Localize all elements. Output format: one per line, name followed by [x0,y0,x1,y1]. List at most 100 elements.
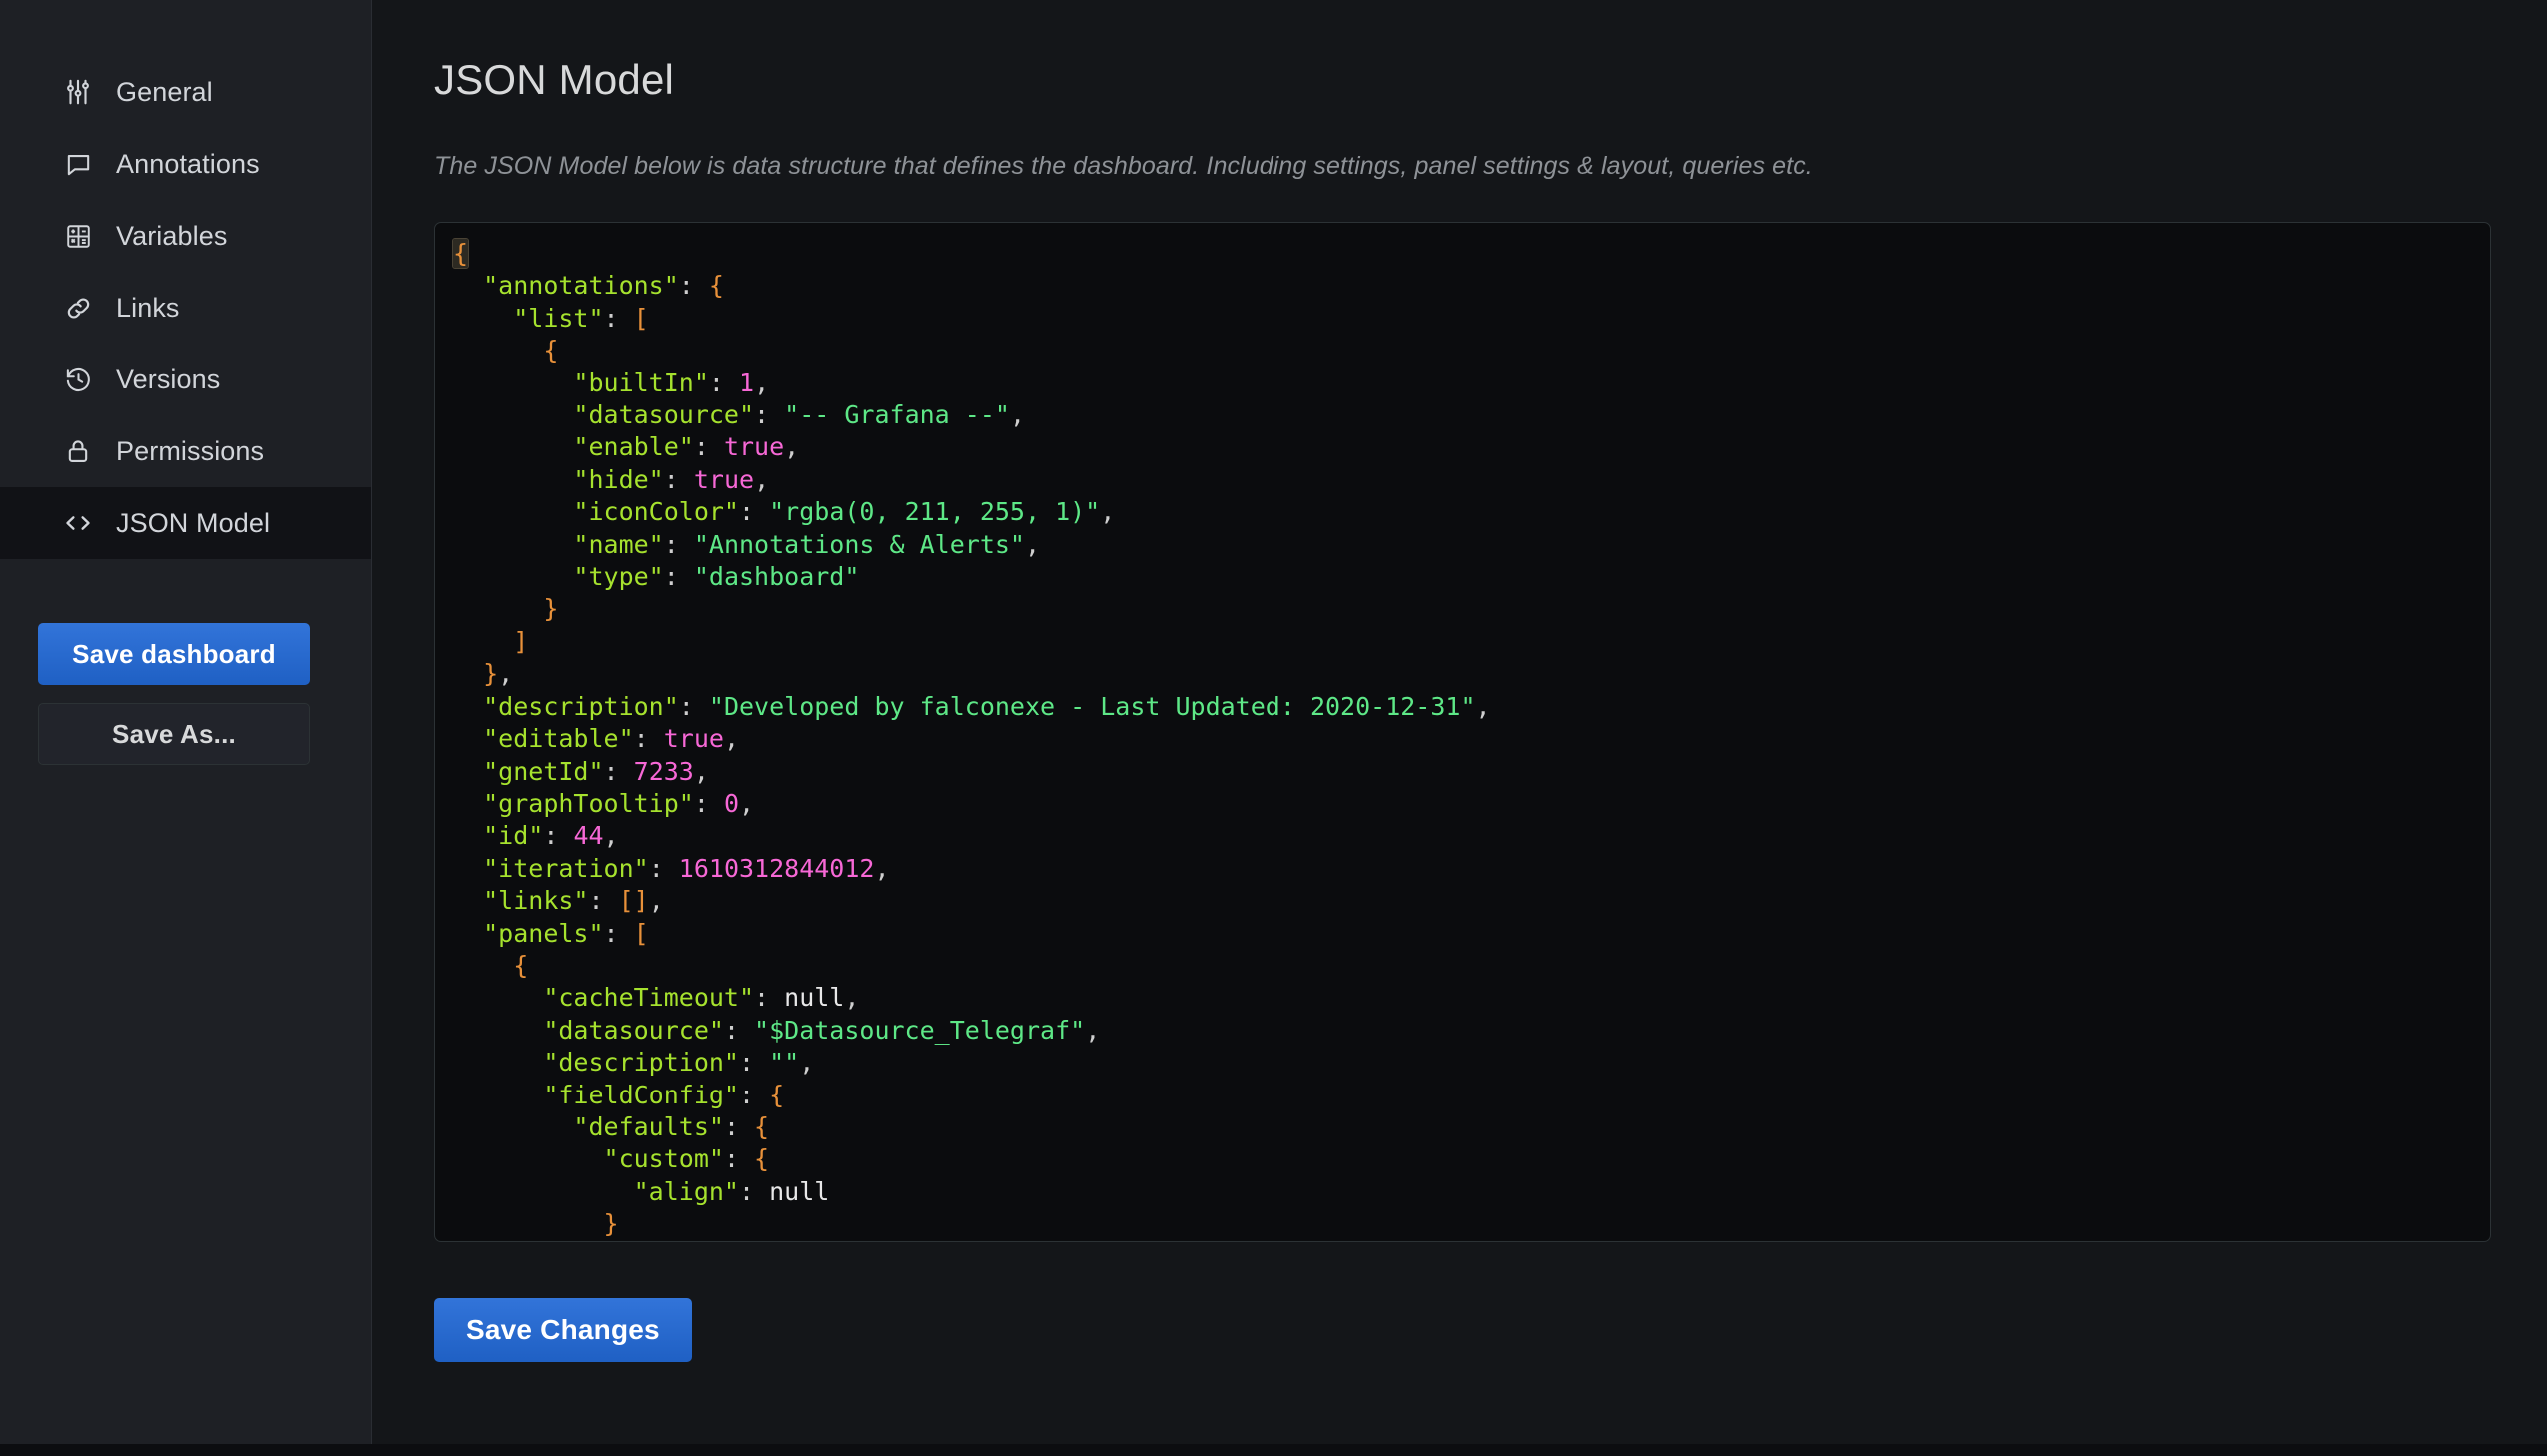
code-token-punc: , [754,464,770,494]
code-token-str: "Annotations & Alerts" [693,529,1025,559]
code-line: "datasource": "$Datasource_Telegraf", [453,1016,1100,1045]
code-token-str: "Developed by falconexe - Last Updated: … [708,691,1476,721]
code-token-punc: , [799,1048,815,1078]
code-token-brace: { [543,336,559,365]
code-token-punc: : [603,303,634,333]
code-token-punc: , [1475,691,1491,721]
code-token-key: "datasource" [543,1015,724,1045]
code-token-key: "id" [483,821,544,851]
json-model-editor[interactable]: { "annotations": { "list": [ { "builtIn"… [434,222,2491,1242]
sidebar-item-label: Permissions [116,435,265,466]
code-line: "custom": { [453,1144,770,1174]
code-token-key: "gnetId" [483,756,604,786]
code-token-brace: [] [618,886,649,916]
code-line: "enable": true, [453,432,799,461]
code-token-brace-hl: { [451,238,470,269]
sidebar-item-annotations[interactable]: Annotations [0,128,372,200]
code-token-punc: , [844,983,860,1013]
code-token-brace: [ [633,918,649,948]
settings-content: JSON Model The JSON Model below is data … [372,0,2547,1456]
code-token-num: 1610312844012 [678,853,875,883]
json-model-scroll-area[interactable]: { "annotations": { "list": [ { "builtIn"… [435,223,2490,1241]
code-token-punc: , [1100,497,1116,527]
code-line: "fieldConfig": { [453,1081,784,1109]
code-token-str: "rgba(0, 211, 255, 1)" [769,497,1101,527]
code-line: { [453,336,558,364]
code-token-punc: , [693,756,709,786]
lock-icon [62,435,94,467]
sidebar-item-json-model[interactable]: JSON Model [0,487,372,559]
code-token-key: "enable" [573,432,694,462]
code-token-num: 7233 [633,756,694,786]
history-icon [62,364,94,395]
code-token-key: "iteration" [483,853,649,883]
code-token-key: "graphTooltip" [483,788,694,818]
code-token-key: "fieldConfig" [543,1080,739,1109]
code-token-punc: : [754,983,785,1013]
code-token-punc: , [1085,1015,1101,1045]
sidebar-item-versions[interactable]: Versions [0,344,372,415]
code-token-punc: : [739,497,770,527]
code-token-key: "builtIn" [573,367,709,397]
sidebar-item-variables[interactable]: Variables [0,200,372,272]
code-token-punc: , [874,853,890,883]
code-token-key: "name" [573,529,664,559]
code-token-key: "type" [573,562,664,592]
sidebar-item-label: JSON Model [116,507,271,538]
sidebar-item-permissions[interactable]: Permissions [0,415,372,487]
code-token-key: "editable" [483,724,634,754]
save-as-button[interactable]: Save As... [38,703,310,765]
sidebar-item-general[interactable]: General [0,56,372,128]
code-token-key: "description" [483,691,679,721]
code-token-punc: , [648,886,664,916]
code-token-punc: : [723,1015,755,1045]
code-token-punc: , [498,659,514,689]
code-token-key: "custom" [603,1144,724,1174]
code-token-punc: : [708,367,739,397]
code-line: "links": [], [453,886,664,915]
code-token-str: "" [769,1048,800,1078]
code-token-punc: : [543,821,574,851]
code-token-punc: : [738,1176,770,1206]
settings-nav: General Annotations Variables Links Versions… [0,56,372,559]
code-token-brace: { [754,1144,770,1174]
sidebar-item-links[interactable]: Links [0,272,372,344]
code-token-punc: : [633,724,664,754]
code-line: "hide": true, [453,465,769,494]
sidebar-item-label: Links [116,292,180,323]
comment-icon [62,148,94,180]
code-line: "defaults": { [453,1112,769,1141]
code-token-brace: } [603,1209,619,1239]
code-token-punc: : [663,562,694,592]
code-token-str: "dashboard" [693,562,860,592]
code-line: } [453,1209,619,1238]
code-token-brace: } [543,594,559,624]
json-model-code[interactable]: { "annotations": { "list": [ { "builtIn"… [451,238,2490,1241]
code-token-str: "-- Grafana --" [784,400,1010,430]
save-changes-button[interactable]: Save Changes [434,1298,692,1362]
code-line: } [453,594,558,623]
save-dashboard-button[interactable]: Save dashboard [38,623,310,685]
code-token-punc: , [1024,529,1041,559]
code-token-punc: : [723,1144,755,1174]
code-token-brace: ] [513,626,529,656]
code-token-punc: , [739,788,755,818]
code-token-key: "description" [543,1048,739,1078]
code-token-key: "panels" [483,918,604,948]
code-token-brace: { [754,1111,770,1141]
code-token-punc: : [663,464,694,494]
code-line: "panels": [ [453,919,649,948]
footer-bar [0,1444,2547,1456]
sidebar-actions: Save dashboard Save As... [0,623,372,765]
code-token-bool: true [663,724,724,754]
sidebar-item-label: Annotations [116,148,260,179]
code-token-key: "iconColor" [573,497,739,527]
code-line: "id": 44, [453,821,619,850]
code-line: "description": "", [453,1048,814,1077]
code-token-bool: true [693,464,755,494]
code-line: "annotations": { [453,271,724,300]
code-line: ] [453,627,528,656]
code-token-punc: : [754,400,785,430]
code-token-num: 1 [739,367,755,397]
link-icon [62,292,94,324]
